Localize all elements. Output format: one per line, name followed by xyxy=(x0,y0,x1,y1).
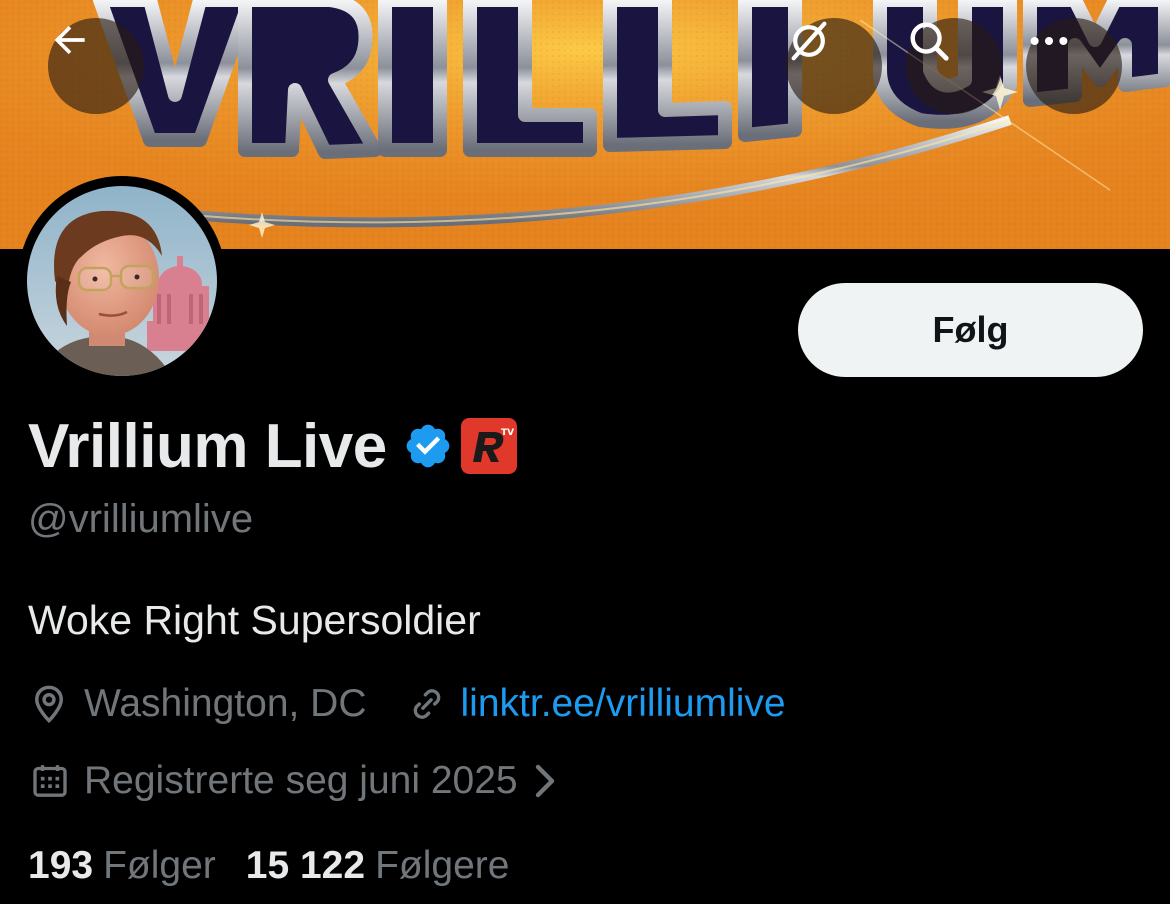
search-icon xyxy=(910,22,949,61)
username-handle: @vrilliumlive xyxy=(28,497,254,541)
profile-bio: Woke Right Supersoldier xyxy=(28,597,481,643)
arrow-left-icon xyxy=(54,25,85,55)
followers-label: Følgere xyxy=(375,844,510,887)
chevron-right-icon xyxy=(535,764,554,798)
following-stat[interactable]: 193 Følger xyxy=(28,844,216,888)
follow-stats: 193 Følger 15 122 Følgere xyxy=(28,842,509,890)
followers-count: 15 122 xyxy=(245,844,366,887)
calendar-icon xyxy=(33,765,67,797)
more-options-button[interactable] xyxy=(1026,18,1122,114)
website[interactable]: linktr.ee/vrilliumlive xyxy=(407,682,786,726)
svg-text:TV: TV xyxy=(501,428,514,438)
affiliate-badge[interactable]: TV xyxy=(460,418,517,474)
verified-badge-icon[interactable] xyxy=(403,421,453,471)
rtv-logo-icon: TV xyxy=(460,418,517,474)
location: Washington, DC xyxy=(28,682,367,726)
following-label: Følger xyxy=(103,844,216,887)
avatar-image xyxy=(27,186,217,376)
following-count: 193 xyxy=(28,844,94,887)
followers-stat[interactable]: 15 122 Følgere xyxy=(246,844,510,888)
grok-slash-icon xyxy=(791,21,827,61)
location-pin-icon xyxy=(34,685,64,724)
back-button[interactable] xyxy=(48,18,144,114)
joined-date[interactable]: Registrerte seg juni 2025 xyxy=(30,757,558,805)
grok-button[interactable] xyxy=(786,18,882,114)
location-text: Washington, DC xyxy=(84,682,367,725)
search-button[interactable] xyxy=(906,18,1002,114)
name-row: Vrillium Live TV xyxy=(28,410,517,482)
ellipsis-icon xyxy=(1030,36,1068,46)
avatar[interactable] xyxy=(27,186,217,376)
profile-meta-row: Washington, DC linktr.ee/vrilliumlive xyxy=(28,680,786,728)
website-link[interactable]: linktr.ee/vrilliumlive xyxy=(461,682,786,726)
display-name: Vrillium Live xyxy=(28,411,387,481)
joined-text: Registrerte seg juni 2025 xyxy=(84,759,518,802)
link-icon xyxy=(413,689,440,719)
follow-button[interactable]: Følg xyxy=(798,283,1143,377)
profile-page: Følg Vrillium Live TV @vrilliumlive Woke… xyxy=(0,0,1170,904)
